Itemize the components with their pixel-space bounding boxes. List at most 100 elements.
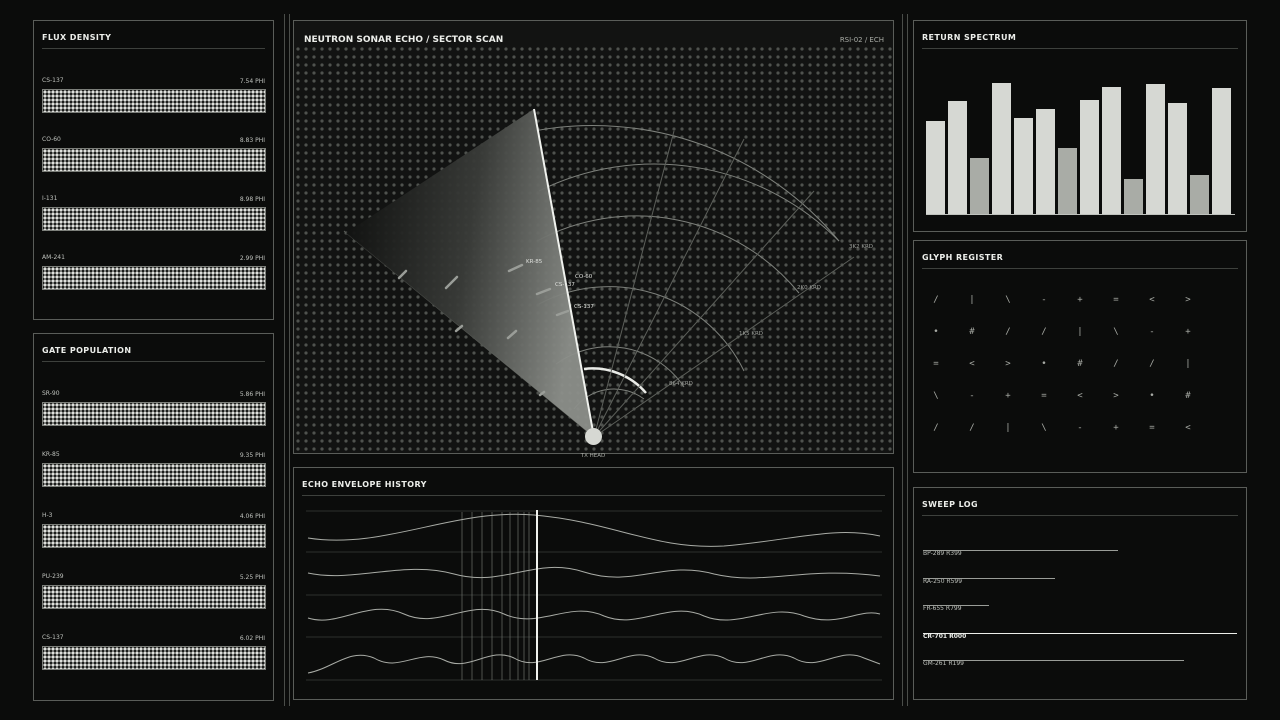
panel-divider [42,48,265,49]
glyph-cell: > [1185,295,1191,305]
meter-label: PU-239 [42,573,64,580]
meter-bar [42,524,266,548]
panel-divider [922,515,1238,516]
glyph-cell: < [969,359,975,369]
log-entry-bar [923,577,1055,579]
meter-bar [42,402,266,426]
target-label: CS-137 [555,282,575,288]
glyph-cell: = [1041,391,1047,401]
glyph-cell: \ [933,391,939,401]
glyph-cell: • [1041,359,1047,369]
spectrum-bar [1168,103,1187,214]
glyph-cell: / [933,423,939,433]
meter-value: 8.83 PHI [239,137,265,144]
panel-divider [42,361,265,362]
glyph-cell: | [969,295,975,305]
spectrum-bar [1102,87,1121,214]
log-entry-label: FR-655 R799 [923,605,962,612]
meter-bar [42,266,266,290]
spectrum-bar [1212,88,1231,214]
glyph-grid: / | \ - + = < > • # / / | \ - + = < > • # / / | \ - + = < > • # / / | \ - + = < [914,241,1246,472]
meter-bar [42,89,266,113]
spectrum-bar [992,83,1011,214]
log-entry[interactable]: BP-289 R399 [923,540,1118,559]
log-entry-label: BP-289 R399 [923,550,962,557]
meter-label: CS-137 [42,77,64,84]
glyph-cell: # [1185,391,1191,401]
gate-population-panel: GATE POPULATION SR-90 5.86 PHI KR-85 9.3… [33,333,274,701]
divider-right-inner [907,14,908,706]
gate-population-title: GATE POPULATION [42,346,132,355]
range-label: 3K2 KRD [849,244,873,250]
meter-label: AM-241 [42,254,65,261]
glyph-cell: < [1077,391,1083,401]
spectrum-bar [926,121,945,214]
range-label: 1K5 KRD [739,331,763,337]
flux-density-title: FLUX DENSITY [42,33,112,42]
range-label: 864 KRD [669,381,693,387]
meter-value: 5.86 PHI [239,391,265,398]
meter-value: 4.06 PHI [239,513,265,520]
spectrum-bar [1124,179,1143,214]
sector-scan-display: 864 KRD 1K5 KRD 2K0 KRD 3K2 KRD KR-85 CO… [294,21,893,453]
meter-value: 6.02 PHI [239,635,265,642]
panel-divider [922,48,1238,49]
log-entry-bar [923,632,1237,634]
meter-bar [42,463,266,487]
spectrum-bar [970,158,989,214]
spectrum-bar [1190,175,1209,214]
log-entry[interactable]: GM-261 R199 [923,650,1184,669]
divider-left [284,14,285,706]
log-entry-bar [923,660,1184,661]
glyph-cell: + [1113,423,1119,433]
meter-label: KR-85 [42,451,60,458]
glyph-cell: < [1185,423,1191,433]
target-label: KR-85 [526,259,543,265]
glyph-cell: | [1005,423,1011,433]
glyph-cell: # [969,327,975,337]
glyph-register-panel: GLYPH REGISTER / | \ - + = < > • # / / | \ - + = < > • # / / | \… [913,240,1247,473]
log-entry[interactable]: FR-655 R799 [923,595,989,614]
glyph-cell: > [1113,391,1119,401]
glyph-cell: - [1041,295,1047,305]
spectrum-plot [926,83,1236,214]
meter-value: 2.99 PHI [239,255,265,262]
spectrum-bar [1058,148,1077,214]
target-label: CS-137 [574,304,594,310]
log-entry[interactable]: RA-250 R599 [923,568,1055,587]
glyph-cell: \ [1041,423,1047,433]
tx-head-marker [585,428,602,445]
spectrum-bar [1080,100,1099,214]
glyph-cell: / [1005,327,1011,337]
sweep-log-panel: SWEEP LOG BP-289 R399 RA-250 R599 FR-655 R… [913,487,1247,700]
glyph-cell: - [1077,423,1083,433]
echo-history-plot [306,510,882,681]
meter-label: H-3 [42,512,53,519]
log-entry[interactable]: CR-701 R000 [923,623,1237,642]
meter-value: 9.35 PHI [239,452,265,459]
meter-label: CS-137 [42,634,64,641]
glyph-cell: / [1149,359,1155,369]
sweep-log-title: SWEEP LOG [922,500,978,509]
meter-value: 8.98 PHI [239,196,265,203]
return-spectrum-panel: RETURN SPECTRUM [913,20,1247,232]
glyph-cell: / [1113,359,1119,369]
glyph-cell: / [933,295,939,305]
log-entry-label: GM-261 R199 [923,660,964,667]
meter-label: I-131 [42,195,58,202]
glyph-cell: = [1113,295,1119,305]
glyph-cell: > [1005,359,1011,369]
log-entry-label: CR-701 R000 [923,632,967,640]
glyph-cell: \ [1005,295,1011,305]
glyph-cell: • [933,327,939,337]
glyph-cell: # [1077,359,1083,369]
glyph-cell: \ [1113,327,1119,337]
meter-value: 7.54 PHI [239,78,265,85]
meter-bar [42,646,266,670]
glyph-cell: / [969,423,975,433]
meter-bar [42,207,266,231]
scan-code: RSI-02 / ECH [840,36,884,44]
spectrum-bar [1014,118,1033,214]
glyph-cell: = [933,359,939,369]
divider-left-inner [289,14,290,706]
